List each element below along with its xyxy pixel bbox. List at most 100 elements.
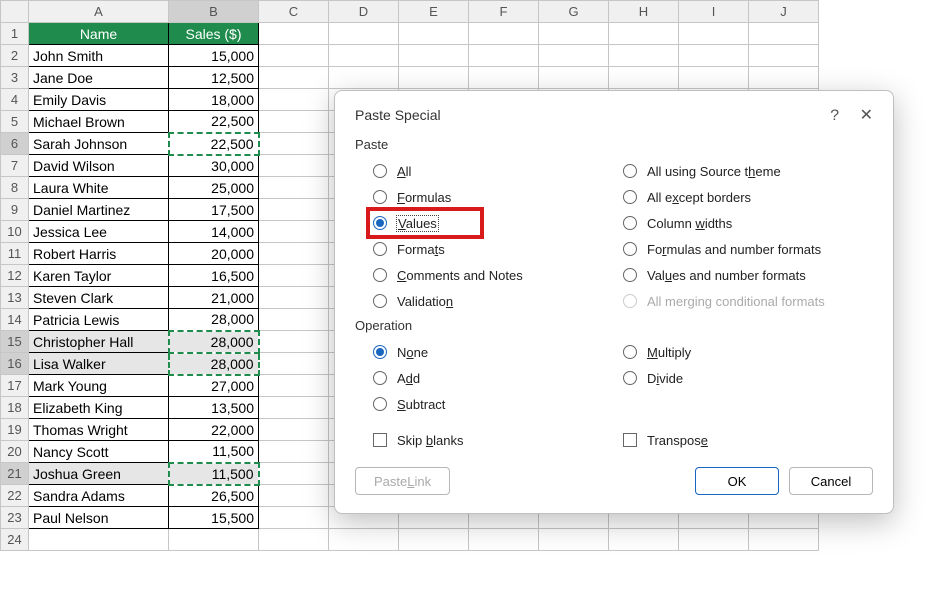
radio-except-borders[interactable]: All except borders [623,184,873,210]
cell-I1[interactable] [679,23,749,45]
cell-J2[interactable] [749,45,819,67]
cell-J24[interactable] [749,529,819,551]
cell-A4[interactable]: Emily Davis [29,89,169,111]
cell-E2[interactable] [399,45,469,67]
cell-D2[interactable] [329,45,399,67]
cell-J3[interactable] [749,67,819,89]
radio-values-numfmt[interactable]: Values and number formats [623,262,873,288]
cell-A20[interactable]: Nancy Scott [29,441,169,463]
help-icon[interactable]: ? [830,107,840,125]
cell-B2[interactable]: 15,000 [169,45,259,67]
cell-C16[interactable] [259,353,329,375]
cell-C10[interactable] [259,221,329,243]
row-header-15[interactable]: 15 [1,331,29,353]
cell-I3[interactable] [679,67,749,89]
row-header-9[interactable]: 9 [1,199,29,221]
cell-C21[interactable] [259,463,329,485]
cell-G24[interactable] [539,529,609,551]
cell-D3[interactable] [329,67,399,89]
cell-A17[interactable]: Mark Young [29,375,169,397]
cell-C5[interactable] [259,111,329,133]
cell-A1[interactable]: Name [29,23,169,45]
check-transpose[interactable]: Transpose [623,427,873,453]
cell-C13[interactable] [259,287,329,309]
cell-E1[interactable] [399,23,469,45]
cell-A24[interactable] [29,529,169,551]
cell-C24[interactable] [259,529,329,551]
radio-values[interactable]: Values [373,210,623,236]
cell-C6[interactable] [259,133,329,155]
cell-C8[interactable] [259,177,329,199]
cell-A18[interactable]: Elizabeth King [29,397,169,419]
radio-source-theme[interactable]: All using Source theme [623,158,873,184]
cell-G2[interactable] [539,45,609,67]
row-header-24[interactable]: 24 [1,529,29,551]
col-header-E[interactable]: E [399,1,469,23]
cell-C19[interactable] [259,419,329,441]
cell-G3[interactable] [539,67,609,89]
select-all-corner[interactable] [1,1,29,23]
cell-C22[interactable] [259,485,329,507]
cell-C17[interactable] [259,375,329,397]
col-header-D[interactable]: D [329,1,399,23]
col-header-C[interactable]: C [259,1,329,23]
cell-B16[interactable]: 28,000 [169,353,259,375]
radio-op-divide[interactable]: Divide [623,365,873,391]
row-header-11[interactable]: 11 [1,243,29,265]
cell-A23[interactable]: Paul Nelson [29,507,169,529]
row-header-14[interactable]: 14 [1,309,29,331]
cell-F3[interactable] [469,67,539,89]
row-header-20[interactable]: 20 [1,441,29,463]
cell-B18[interactable]: 13,500 [169,397,259,419]
cell-B12[interactable]: 16,500 [169,265,259,287]
cell-F24[interactable] [469,529,539,551]
cell-B4[interactable]: 18,000 [169,89,259,111]
cell-A15[interactable]: Christopher Hall [29,331,169,353]
cell-B13[interactable]: 21,000 [169,287,259,309]
cell-H2[interactable] [609,45,679,67]
cell-A6[interactable]: Sarah Johnson [29,133,169,155]
row-header-17[interactable]: 17 [1,375,29,397]
cell-C1[interactable] [259,23,329,45]
cell-A21[interactable]: Joshua Green [29,463,169,485]
cancel-button[interactable]: Cancel [789,467,873,495]
cell-C12[interactable] [259,265,329,287]
cell-B3[interactable]: 12,500 [169,67,259,89]
row-header-2[interactable]: 2 [1,45,29,67]
cell-J1[interactable] [749,23,819,45]
cell-B24[interactable] [169,529,259,551]
cell-C2[interactable] [259,45,329,67]
cell-B19[interactable]: 22,000 [169,419,259,441]
cell-A14[interactable]: Patricia Lewis [29,309,169,331]
cell-I2[interactable] [679,45,749,67]
row-header-13[interactable]: 13 [1,287,29,309]
cell-A2[interactable]: John Smith [29,45,169,67]
row-header-6[interactable]: 6 [1,133,29,155]
cell-C15[interactable] [259,331,329,353]
radio-formulas[interactable]: Formulas [373,184,623,210]
cell-C20[interactable] [259,441,329,463]
cell-F2[interactable] [469,45,539,67]
cell-B9[interactable]: 17,500 [169,199,259,221]
row-header-18[interactable]: 18 [1,397,29,419]
radio-op-multiply[interactable]: Multiply [623,339,873,365]
cell-C4[interactable] [259,89,329,111]
radio-op-subtract[interactable]: Subtract [373,391,623,417]
close-icon[interactable]: ✕ [860,107,873,124]
radio-all[interactable]: All [373,158,623,184]
row-header-23[interactable]: 23 [1,507,29,529]
radio-formats[interactable]: Formats [373,236,623,262]
radio-comments-notes[interactable]: Comments and Notes [373,262,623,288]
row-header-22[interactable]: 22 [1,485,29,507]
row-header-4[interactable]: 4 [1,89,29,111]
cell-E3[interactable] [399,67,469,89]
cell-C11[interactable] [259,243,329,265]
cell-C14[interactable] [259,309,329,331]
radio-formulas-numfmt[interactable]: Formulas and number formats [623,236,873,262]
cell-A3[interactable]: Jane Doe [29,67,169,89]
cell-B1[interactable]: Sales ($) [169,23,259,45]
radio-op-none[interactable]: None [373,339,623,365]
cell-A19[interactable]: Thomas Wright [29,419,169,441]
row-header-12[interactable]: 12 [1,265,29,287]
col-header-F[interactable]: F [469,1,539,23]
